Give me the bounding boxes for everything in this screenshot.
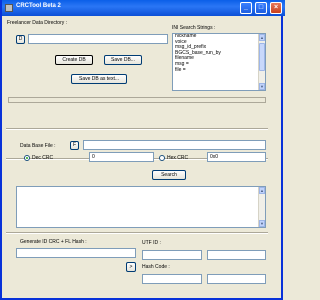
minimize-button[interactable]: _ — [240, 2, 252, 14]
ini-strings-label: INI Search Strings : — [172, 25, 216, 31]
close-button[interactable]: × — [270, 2, 282, 14]
title-bar: CRCTool Beta 2 _ □ × — [2, 0, 285, 16]
hash-code-field[interactable] — [142, 274, 202, 284]
results-box[interactable]: ▲ ▼ — [16, 186, 266, 228]
results-scrollbar[interactable]: ▲ ▼ — [258, 187, 265, 227]
hash-code-field-2[interactable] — [207, 274, 266, 284]
scroll-thumb[interactable] — [259, 43, 265, 71]
utf-id-field-2[interactable] — [207, 250, 266, 260]
generate-button[interactable]: > — [126, 262, 136, 272]
divider — [6, 232, 268, 234]
maximize-button[interactable]: □ — [255, 2, 267, 14]
divider — [6, 128, 268, 130]
hex-crc-label: Hex CRC — [167, 155, 189, 161]
database-file-input[interactable] — [83, 140, 266, 150]
utf-id-field[interactable] — [142, 250, 202, 260]
dec-crc-label: Dec CRC — [32, 155, 54, 161]
dec-crc-input[interactable]: 0 — [89, 152, 154, 162]
ini-list-scrollbar[interactable]: ▲ ▼ — [258, 34, 265, 90]
hash-code-label: Hash Code : — [142, 264, 170, 270]
database-file-label: Data Base File : — [20, 143, 56, 149]
create-db-button[interactable]: Create DB — [55, 55, 93, 65]
freelancer-dir-label: Freelancer Data Directory : — [7, 20, 68, 26]
scroll-up-icon[interactable]: ▲ — [259, 187, 265, 194]
scroll-down-icon[interactable]: ▼ — [259, 83, 265, 90]
app-window: CRCTool Beta 2 _ □ × Freelancer Data Dir… — [0, 0, 285, 300]
scroll-up-icon[interactable]: ▲ — [259, 34, 265, 41]
generate-label: Generate ID CRC + FL Hash : — [20, 239, 87, 245]
list-item[interactable]: file = — [173, 67, 265, 74]
dec-crc-radio[interactable] — [24, 155, 30, 161]
window-title: CRCTool Beta 2 — [16, 3, 61, 9]
app-icon — [5, 4, 13, 12]
search-button[interactable]: Search — [152, 170, 186, 180]
save-db-text-button[interactable]: Save DB as text... — [71, 74, 127, 84]
utf-id-label: UTF ID : — [142, 240, 161, 246]
save-db-button[interactable]: Save DB... — [104, 55, 142, 65]
freelancer-dir-input[interactable] — [28, 34, 168, 44]
generate-input[interactable] — [16, 248, 136, 258]
browse-dir-button[interactable]: D — [16, 35, 25, 44]
scroll-down-icon[interactable]: ▼ — [259, 220, 265, 227]
progress-bar — [8, 97, 266, 103]
ini-strings-list[interactable]: nickname voice msg_id_prefix BGCS_base_r… — [172, 33, 266, 91]
hex-crc-radio[interactable] — [159, 155, 165, 161]
hex-crc-input[interactable]: 0x0 — [207, 152, 266, 162]
browse-db-button[interactable]: F — [70, 141, 79, 150]
